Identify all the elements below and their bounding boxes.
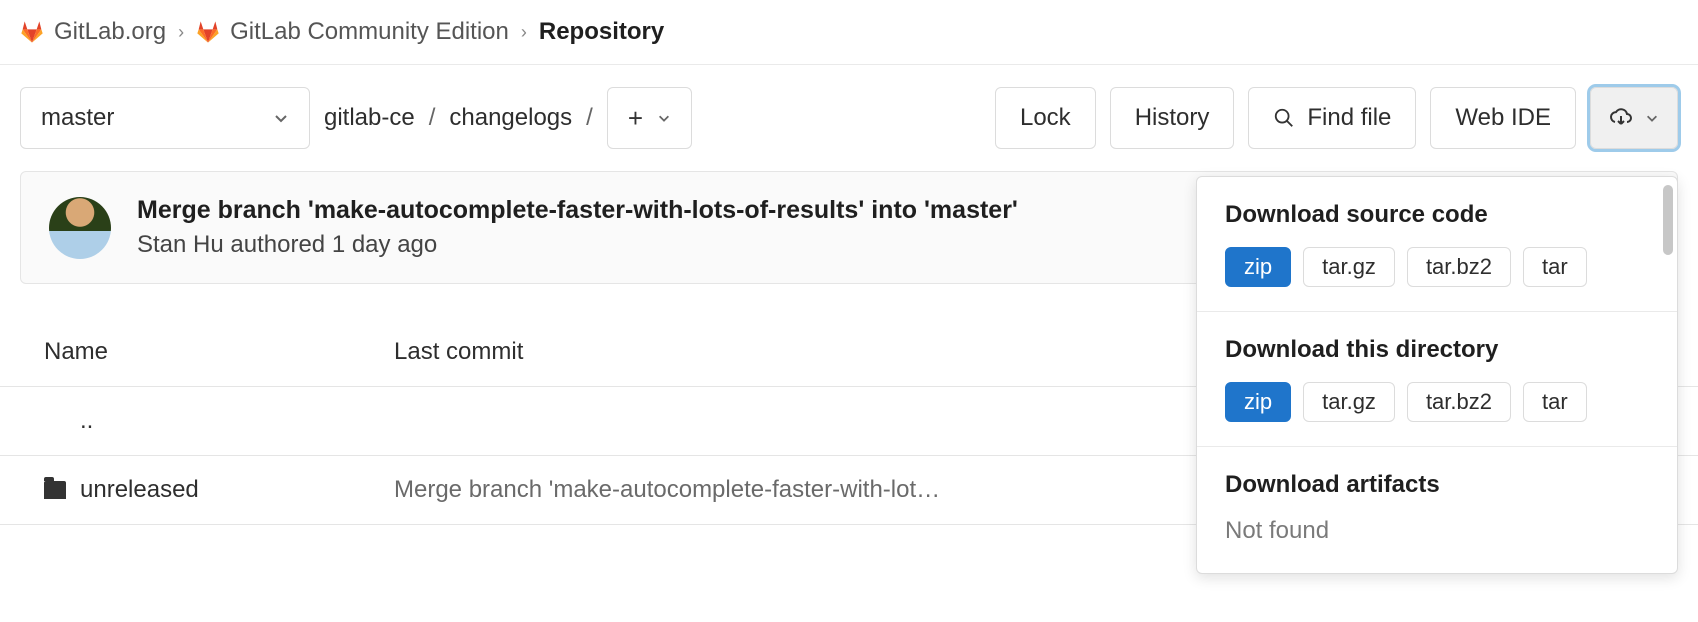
- download-directory-section: Download this directory zip tar.gz tar.b…: [1197, 312, 1677, 447]
- commit-meta: Stan Hu authored 1 day ago: [137, 231, 1018, 259]
- commit-author[interactable]: Stan Hu: [137, 231, 224, 258]
- breadcrumb-label: Repository: [539, 18, 664, 46]
- download-format-targz[interactable]: tar.gz: [1303, 382, 1395, 422]
- slash-separator: /: [429, 104, 436, 132]
- tanuki-icon: [196, 20, 220, 44]
- branch-name: master: [41, 104, 114, 132]
- download-format-tar[interactable]: tar: [1523, 382, 1587, 422]
- tanuki-icon: [20, 20, 44, 44]
- download-format-zip[interactable]: zip: [1225, 247, 1291, 287]
- search-icon: [1273, 107, 1295, 129]
- folder-icon: [44, 481, 66, 499]
- download-format-tar[interactable]: tar: [1523, 247, 1587, 287]
- chevron-right-icon: ›: [521, 22, 527, 43]
- download-format-zip[interactable]: zip: [1225, 382, 1291, 422]
- col-header-name: Name: [44, 338, 394, 366]
- download-source-section: Download source code zip tar.gz tar.bz2 …: [1197, 177, 1677, 312]
- section-title: Download this directory: [1225, 336, 1649, 364]
- lock-label: Lock: [1020, 104, 1071, 132]
- section-title: Download source code: [1225, 201, 1649, 229]
- download-format-tarbz2[interactable]: tar.bz2: [1407, 382, 1511, 422]
- download-format-targz[interactable]: tar.gz: [1303, 247, 1395, 287]
- path-segment[interactable]: gitlab-ce: [324, 104, 415, 132]
- file-name: ..: [80, 407, 93, 435]
- download-button[interactable]: [1590, 87, 1678, 149]
- chevron-down-icon: [657, 111, 671, 125]
- chevron-down-icon: [273, 110, 289, 126]
- section-title: Download artifacts: [1225, 471, 1649, 499]
- commit-title[interactable]: Merge branch 'make-autocomplete-faster-w…: [137, 196, 1018, 225]
- breadcrumb-label: GitLab.org: [54, 18, 166, 46]
- breadcrumb-item-current: Repository: [539, 18, 664, 46]
- breadcrumbs: GitLab.org › GitLab Community Edition › …: [0, 0, 1698, 65]
- download-artifacts-section: Download artifacts Not found: [1197, 447, 1677, 573]
- download-format-tarbz2[interactable]: tar.bz2: [1407, 247, 1511, 287]
- breadcrumb-item-project[interactable]: GitLab Community Edition: [196, 18, 509, 46]
- find-file-button[interactable]: Find file: [1248, 87, 1416, 149]
- commit-time: 1 day ago: [332, 231, 437, 258]
- history-button[interactable]: History: [1110, 87, 1235, 149]
- breadcrumb-label: GitLab Community Edition: [230, 18, 509, 46]
- history-label: History: [1135, 104, 1210, 132]
- branch-selector[interactable]: master: [20, 87, 310, 149]
- commit-verb: authored: [230, 231, 325, 258]
- find-file-label: Find file: [1307, 104, 1391, 132]
- file-name: unreleased: [80, 476, 199, 504]
- chevron-right-icon: ›: [178, 22, 184, 43]
- cloud-download-icon: [1609, 106, 1633, 130]
- avatar[interactable]: [49, 197, 111, 259]
- web-ide-button[interactable]: Web IDE: [1430, 87, 1576, 149]
- lock-button[interactable]: Lock: [995, 87, 1096, 149]
- breadcrumb-item-group[interactable]: GitLab.org: [20, 18, 166, 46]
- slash-separator: /: [586, 104, 593, 132]
- repo-toolbar: master gitlab-ce / changelogs / + Lock H…: [0, 65, 1698, 171]
- chevron-down-icon: [1645, 111, 1659, 125]
- add-file-button[interactable]: +: [607, 87, 692, 149]
- download-dropdown: Download source code zip tar.gz tar.bz2 …: [1196, 176, 1678, 574]
- plus-icon: +: [628, 103, 643, 134]
- path-breadcrumb: gitlab-ce / changelogs /: [324, 104, 593, 132]
- artifacts-notfound: Not found: [1225, 517, 1649, 545]
- web-ide-label: Web IDE: [1455, 104, 1551, 132]
- scrollbar-thumb[interactable]: [1663, 185, 1673, 255]
- path-segment[interactable]: changelogs: [449, 104, 572, 132]
